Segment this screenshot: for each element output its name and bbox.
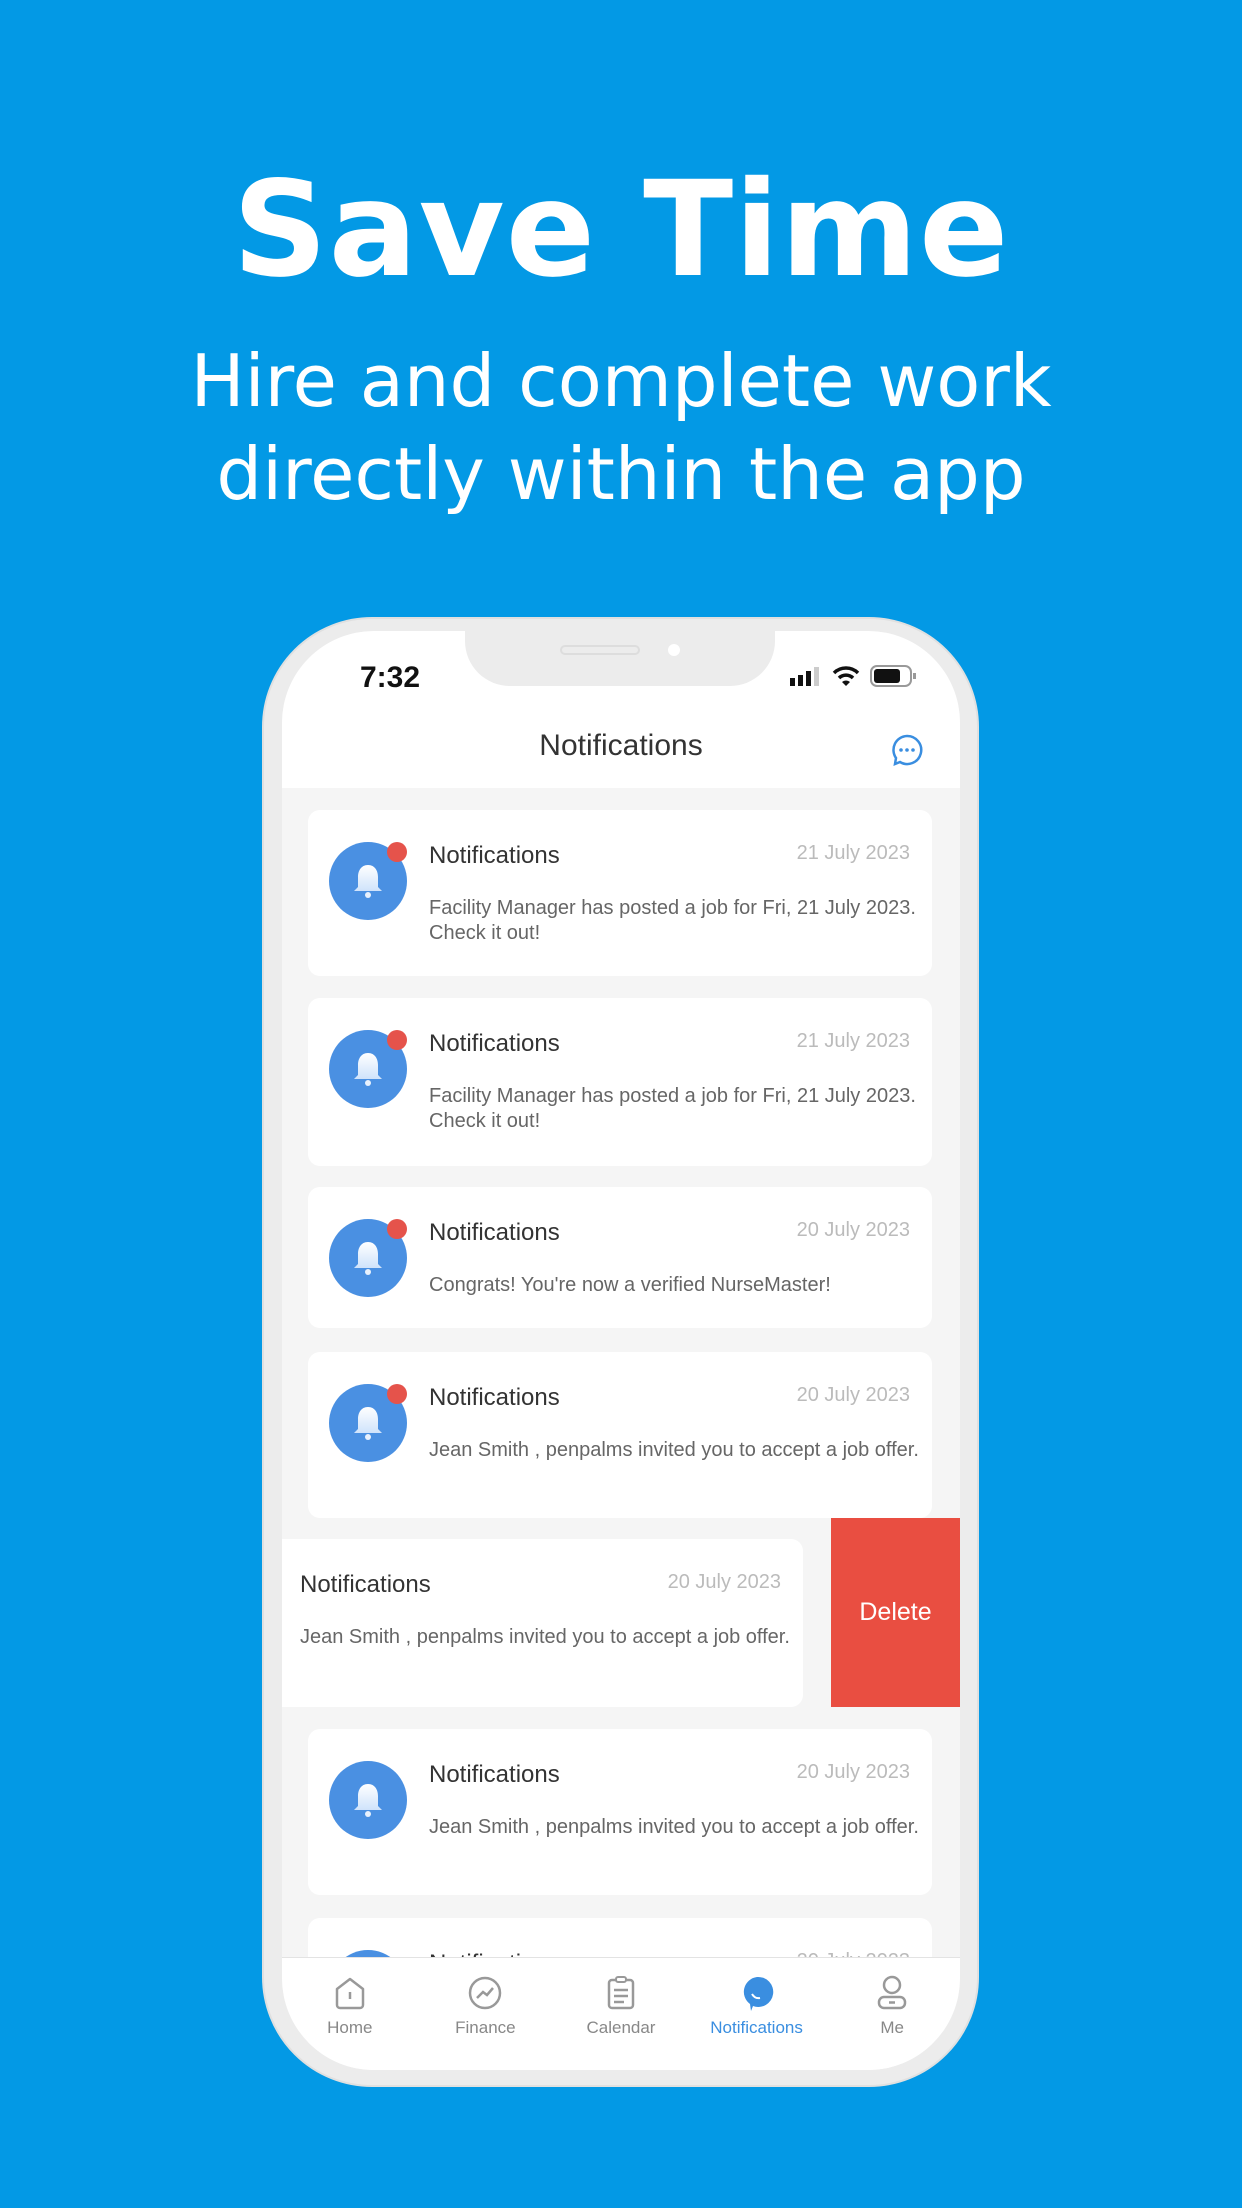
speaker <box>560 645 640 655</box>
bell-icon <box>354 1407 382 1440</box>
notification-title: Notifications <box>300 1571 431 1598</box>
notification-body: Jean Smith , penpalms invited you to acc… <box>300 1626 790 1648</box>
notification-card[interactable]: Notifications 20 July 2023 Jean Smith , pe… <box>282 1539 803 1707</box>
hero-subtitle-line: directly within the app <box>216 432 1026 516</box>
notification-title: Notifications <box>429 1219 560 1246</box>
finance-chart-icon <box>469 1976 502 2010</box>
unread-dot <box>387 1384 407 1404</box>
notification-avatar <box>329 1761 407 1839</box>
notification-title: Notifications <box>429 1030 560 1057</box>
status-time: 7:32 <box>360 661 421 694</box>
tab-bar: Home Finance Calendar Notifications Me <box>282 1957 960 2070</box>
phone-screen: 7:32 Notifications Notifications 21 July … <box>282 631 960 2070</box>
notification-card[interactable]: Notifications 21 July 2023 Facility Manage… <box>308 810 932 976</box>
notification-date: 20 July 2023 <box>796 1384 910 1406</box>
notification-body: Jean Smith , penpalms invited you to acc… <box>429 1816 919 1838</box>
home-icon <box>335 1977 365 2010</box>
tab-finance[interactable]: Finance <box>418 1958 554 2070</box>
tab-label: Home <box>327 2018 373 2037</box>
hero-title: Save Time <box>232 153 1010 307</box>
notification-date: 20 July 2023 <box>796 1219 910 1241</box>
notification-card[interactable]: Notifications 20 July 2023 Jean Smith , pe… <box>308 1352 932 1518</box>
notification-date: 20 July 2023 <box>667 1571 781 1593</box>
notification-body: Facility Manager has posted a job for Fr… <box>429 1085 916 1132</box>
tab-label: Notifications <box>710 2018 803 2037</box>
unread-dot <box>387 1030 407 1050</box>
notification-body: Jean Smith , penpalms invited you to acc… <box>429 1439 919 1461</box>
unread-dot <box>387 842 407 862</box>
notification-date: 20 July 2023 <box>796 1761 910 1783</box>
notification-body: Congrats! You're now a verified NurseMas… <box>429 1274 831 1296</box>
notification-title: Notifications <box>429 1761 560 1788</box>
delete-button[interactable]: Delete <box>831 1518 960 1707</box>
bell-icon <box>354 1242 382 1275</box>
notification-title: Notifications <box>429 842 560 869</box>
battery-icon <box>870 665 916 687</box>
tab-notifications[interactable]: Notifications <box>689 1958 825 2070</box>
status-bar: 7:32 Notifications <box>282 631 960 788</box>
tab-label: Me <box>880 2018 904 2037</box>
wifi-icon <box>832 666 860 686</box>
notification-card[interactable]: Notifications 20 July 2023 Congrats! You'r… <box>308 1187 932 1328</box>
tab-calendar[interactable]: Calendar <box>553 1958 689 2070</box>
bell-icon <box>354 1784 382 1817</box>
tab-label: Finance <box>455 2018 516 2037</box>
tab-me[interactable]: Me <box>824 1958 960 2070</box>
notification-date: 21 July 2023 <box>796 842 910 864</box>
chat-bubble-icon[interactable] <box>890 733 924 767</box>
user-icon <box>877 1975 907 2010</box>
camera <box>668 644 680 656</box>
status-icons <box>790 665 916 687</box>
signal-icon <box>790 667 819 686</box>
bell-icon <box>354 865 382 898</box>
tab-home[interactable]: Home <box>282 1958 418 2070</box>
unread-dot <box>387 1219 407 1239</box>
notification-date: 21 July 2023 <box>796 1030 910 1052</box>
notification-body: Facility Manager has posted a job for Fr… <box>429 897 916 944</box>
clipboard-list-icon <box>607 1976 635 2010</box>
notification-card[interactable]: Notifications 21 July 2023 Facility Manage… <box>308 998 932 1166</box>
hero-subtitle: Hire and complete work directly within t… <box>0 335 1242 521</box>
page-title: Notifications <box>539 729 703 762</box>
notch <box>465 631 775 686</box>
tab-label: Calendar <box>586 2018 656 2037</box>
bell-icon <box>354 1053 382 1086</box>
chat-bubble-filled-icon <box>743 1976 773 2011</box>
notification-card[interactable]: Notifications 20 July 2023 Jean Smith , pe… <box>308 1729 932 1895</box>
notification-title: Notifications <box>429 1384 560 1411</box>
hero-subtitle-line: Hire and complete work <box>190 339 1052 423</box>
